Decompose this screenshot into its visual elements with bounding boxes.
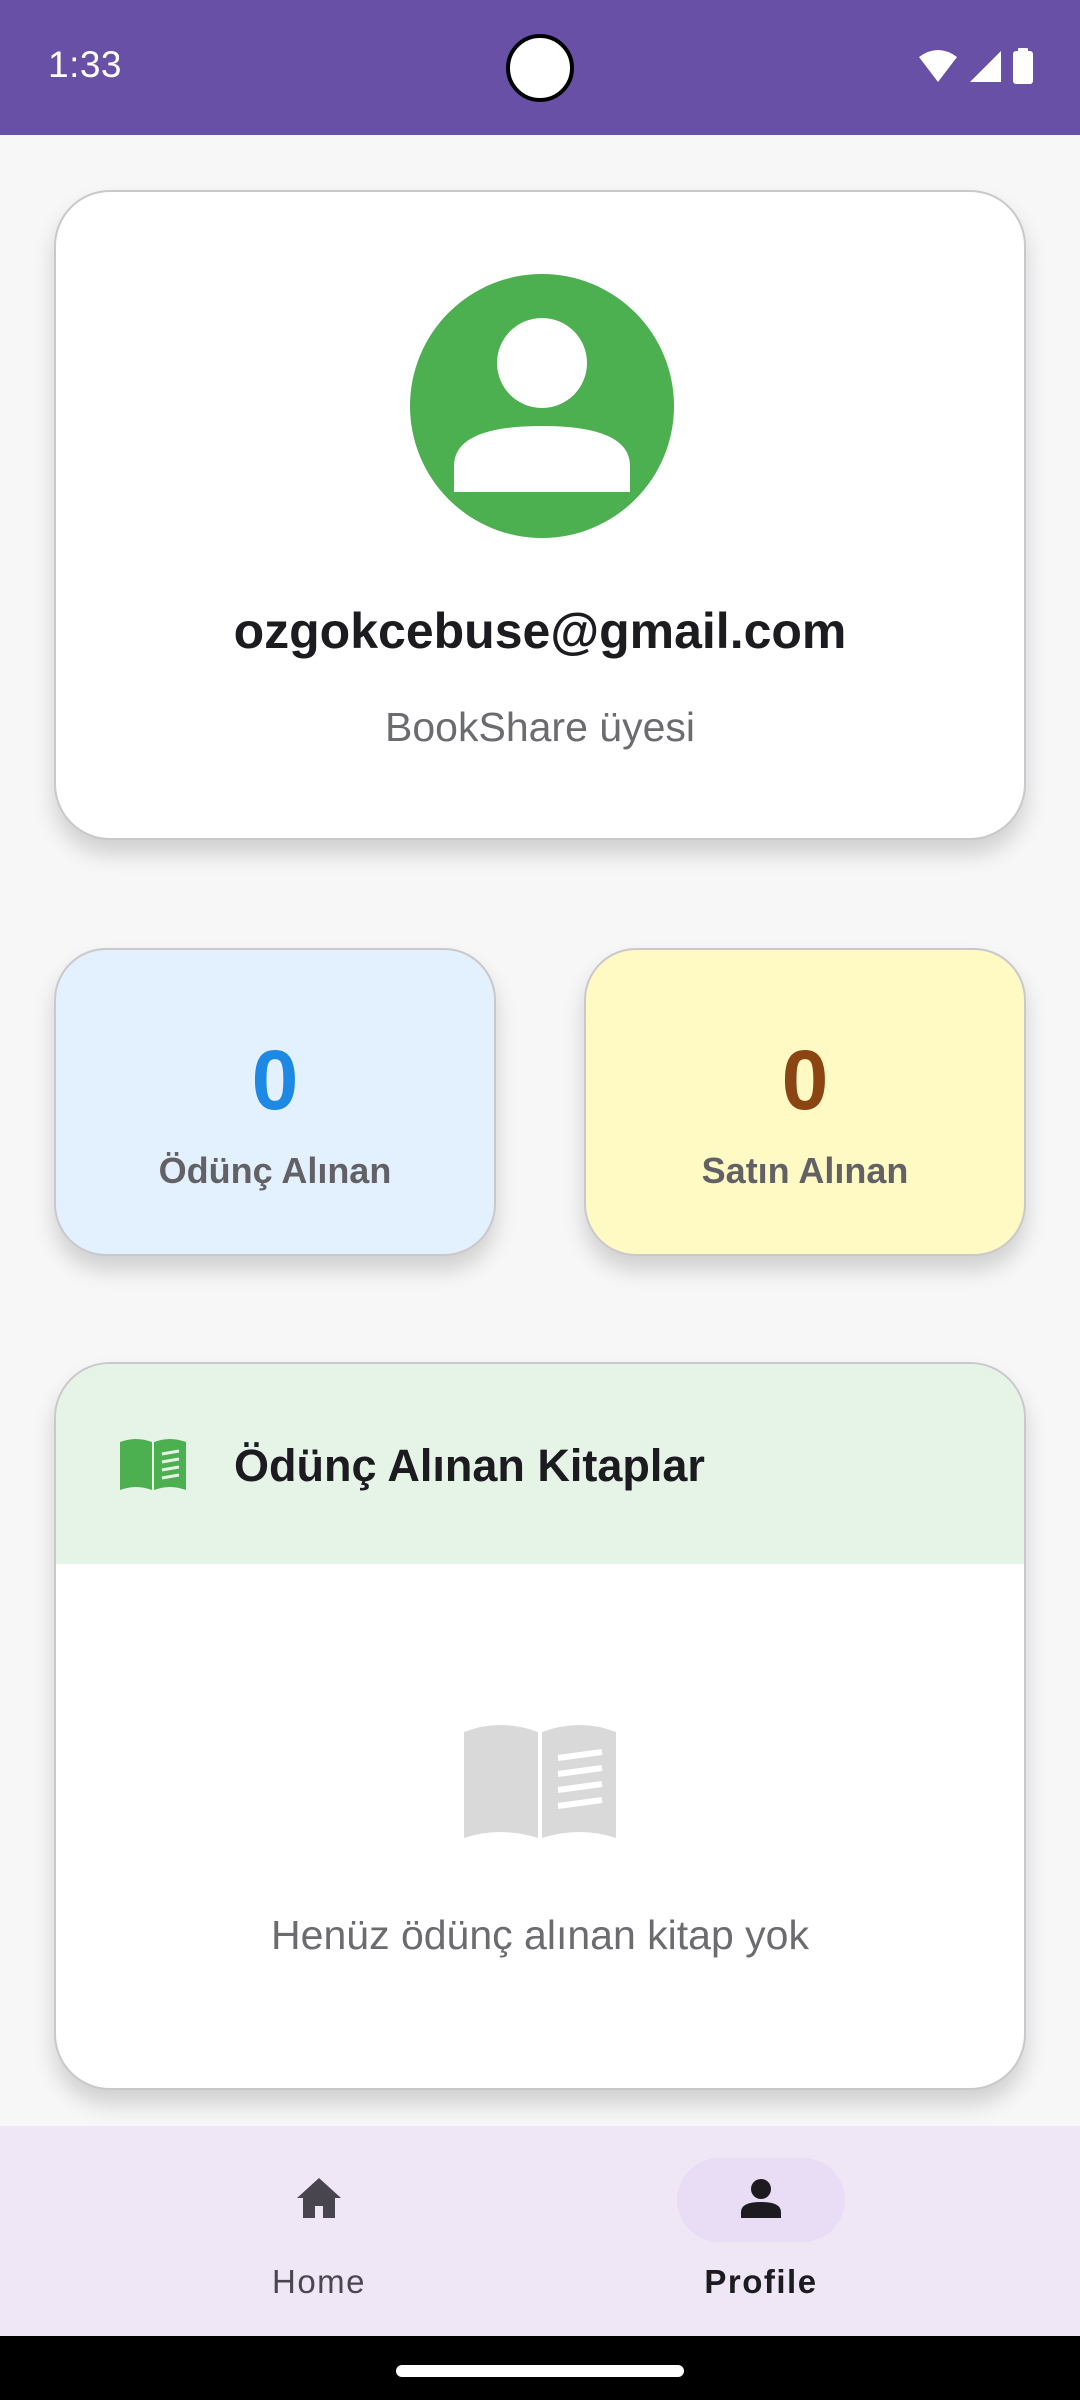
- person-icon: [741, 2179, 781, 2218]
- borrowed-books-title: Ödünç Alınan Kitaplar: [234, 1440, 705, 1491]
- nav-label-profile: Profile: [704, 2263, 818, 2300]
- bought-count-label: Satın Alınan: [701, 1150, 909, 1191]
- bought-count-value: 0: [781, 1033, 829, 1127]
- status-time: 1:33: [48, 44, 123, 85]
- profile-email: ozgokcebuse@gmail.com: [233, 603, 847, 659]
- status-icons: [918, 46, 1034, 86]
- wifi-icon: [919, 50, 957, 82]
- profile-subtitle: BookShare üyesi: [385, 704, 695, 750]
- nav-item-home[interactable]: Home: [169, 2126, 469, 2336]
- person-avatar-icon: [454, 318, 630, 492]
- bought-count-card[interactable]: 0 Satın Alınan: [584, 948, 1026, 1256]
- borrowed-count-card[interactable]: 0 Ödünç Alınan: [54, 948, 496, 1256]
- borrowed-count-label: Ödünç Alınan: [158, 1150, 392, 1191]
- borrowed-books-card: Ödünç Alınan Kitaplar Henüz ödünç alınan…: [54, 1362, 1026, 2090]
- gesture-handle[interactable]: [396, 2365, 684, 2377]
- status-bar: 1:33: [0, 0, 1080, 135]
- bottom-navigation: Home Profile: [0, 2126, 1080, 2336]
- nav-label-home: Home: [271, 2263, 367, 2300]
- gesture-bar: [0, 2336, 1080, 2400]
- home-icon: [297, 2178, 341, 2218]
- empty-state-text: Henüz ödünç alınan kitap yok: [271, 1912, 809, 1958]
- profile-card: ozgokcebuse@gmail.com BookShare üyesi: [54, 190, 1026, 840]
- borrowed-count-value: 0: [251, 1033, 299, 1127]
- borrowed-books-header: Ödünç Alınan Kitaplar: [56, 1364, 1024, 1564]
- cellular-signal-icon: [970, 51, 1001, 82]
- camera-cutout: [506, 34, 574, 102]
- avatar: [410, 274, 674, 538]
- battery-icon: [1013, 48, 1033, 84]
- empty-book-icon: [464, 1725, 616, 1838]
- nav-item-profile[interactable]: Profile: [611, 2126, 911, 2336]
- menu-book-icon: [120, 1439, 186, 1490]
